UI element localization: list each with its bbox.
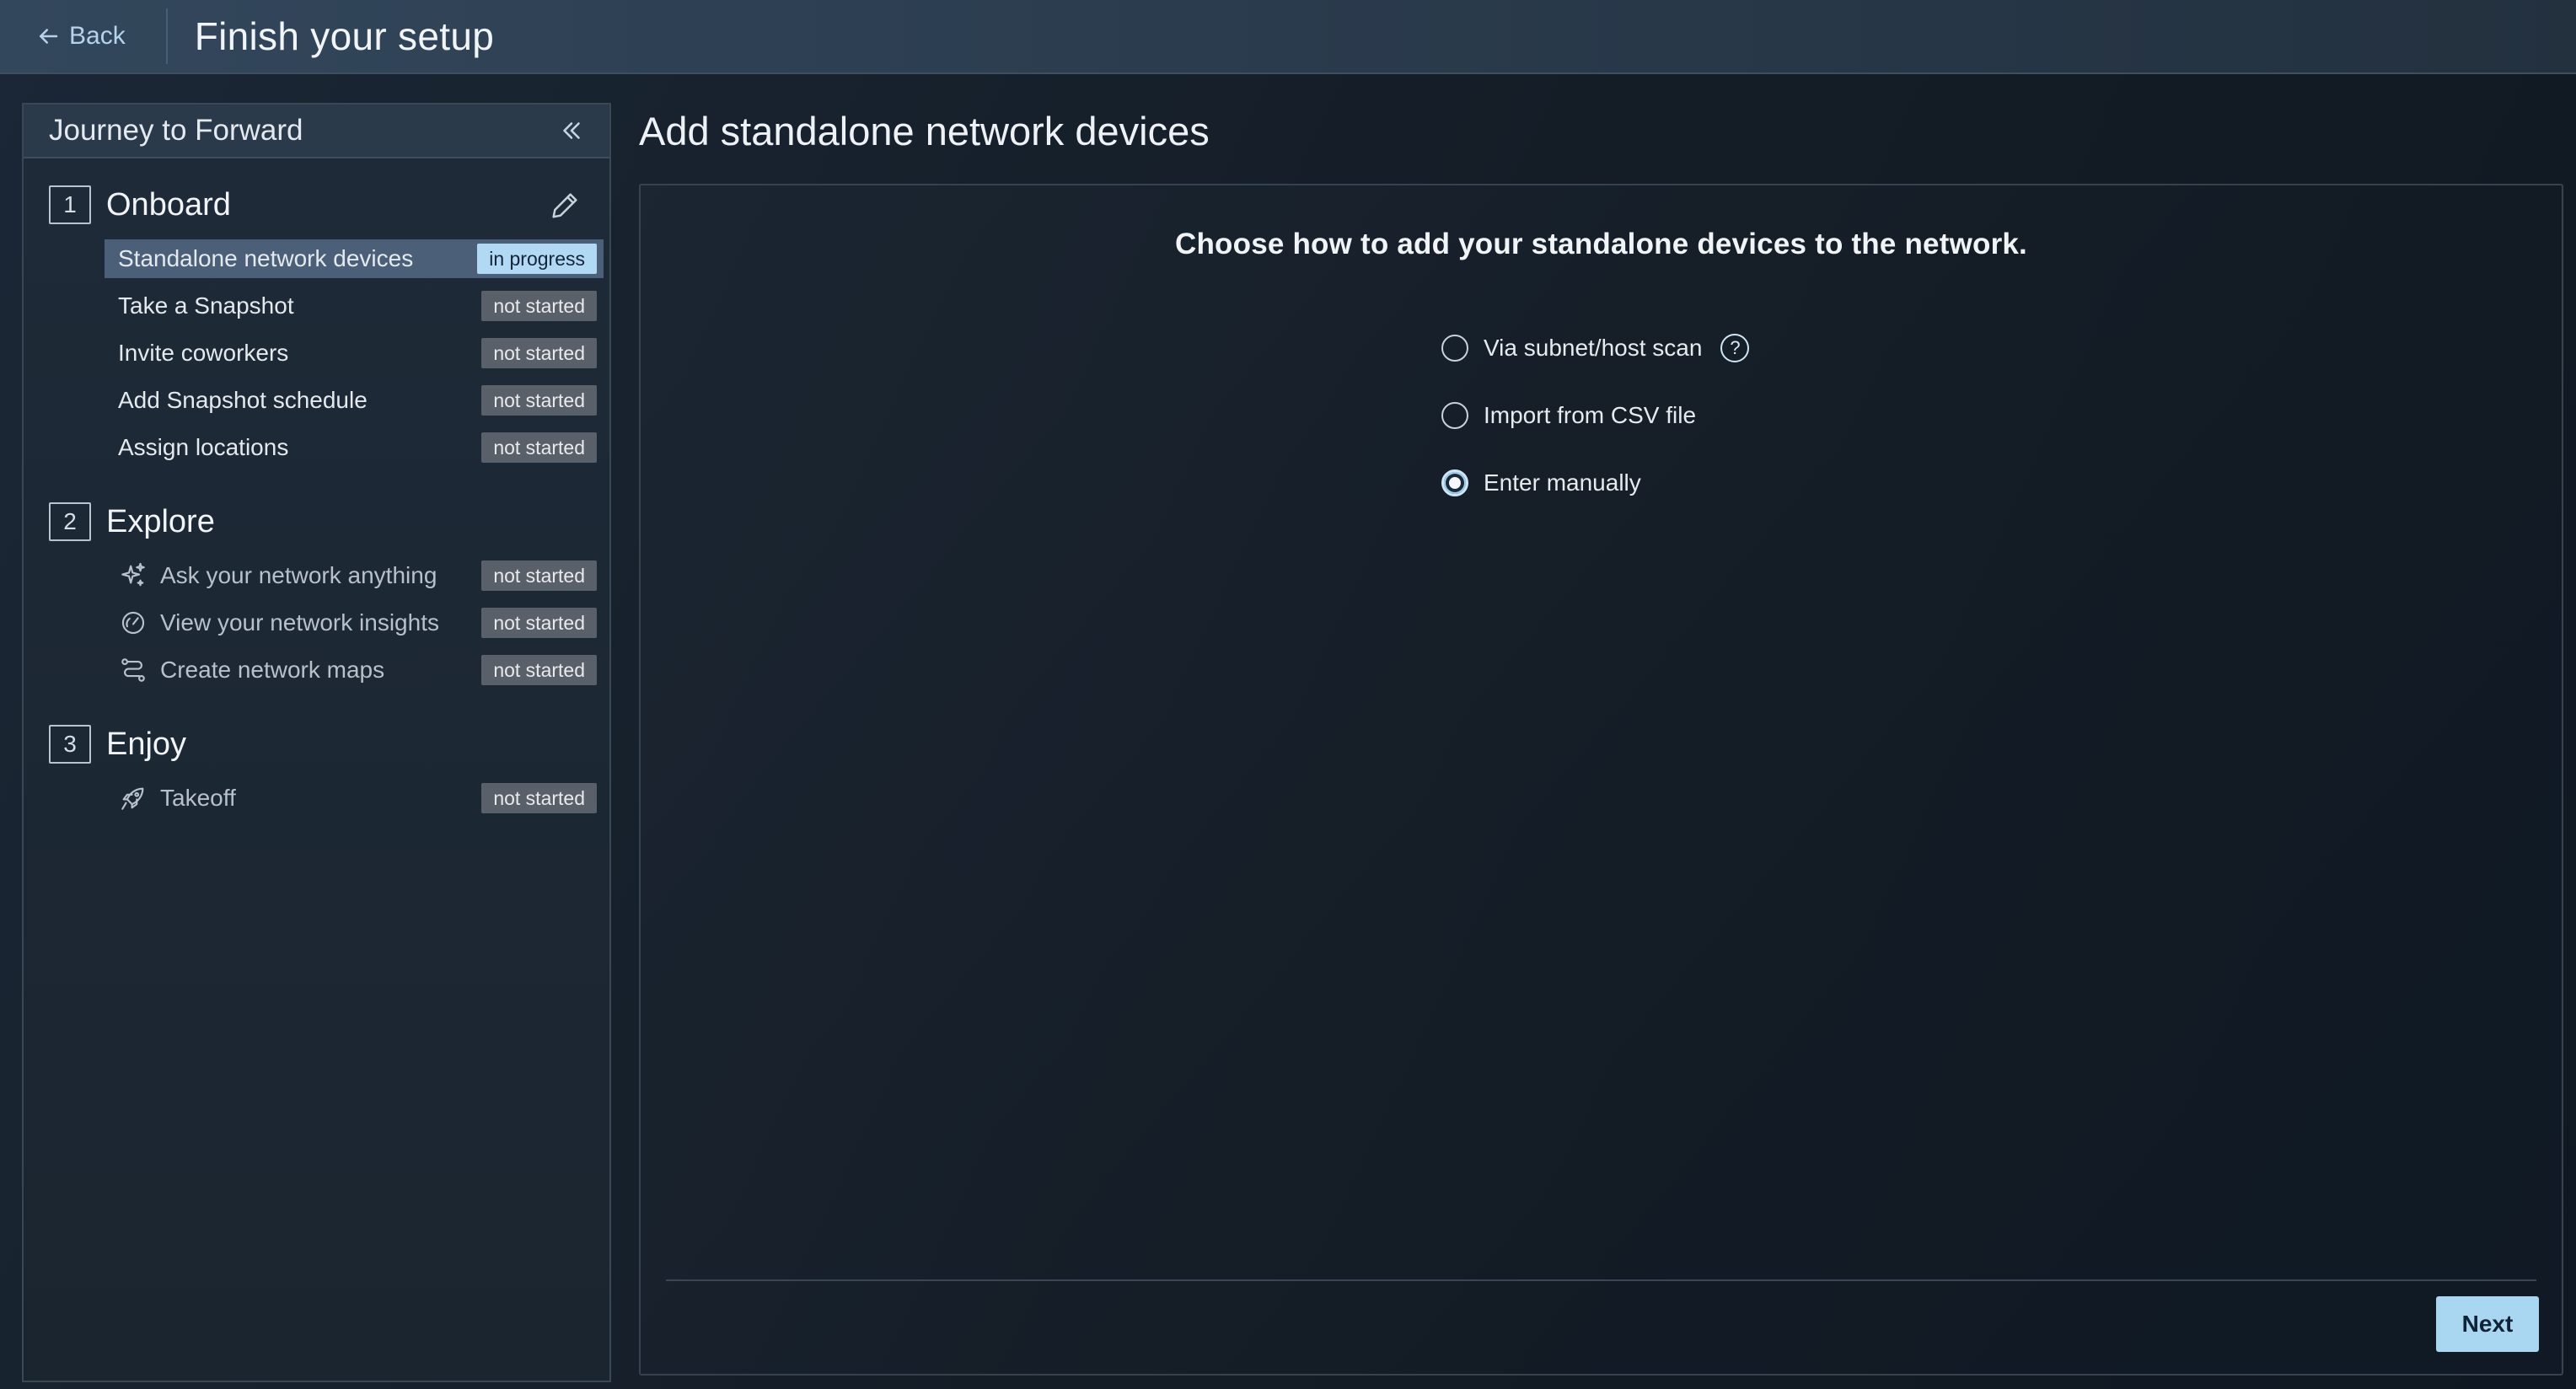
radio-import-csv[interactable]: [1441, 402, 1468, 429]
sidebar-item-takeoff[interactable]: Takeoff not started: [105, 779, 604, 818]
status-badge: not started: [481, 783, 597, 813]
sidebar-item-take-snapshot[interactable]: Take a Snapshot not started: [105, 287, 604, 325]
option-label: Via subnet/host scan: [1484, 335, 1703, 361]
option-import-csv[interactable]: Import from CSV file: [1441, 394, 1749, 437]
help-icon[interactable]: ?: [1720, 334, 1750, 362]
rocket-icon: [118, 783, 148, 813]
status-badge: not started: [481, 338, 597, 368]
step-label: Enjoy: [106, 726, 187, 762]
collapse-sidebar-icon[interactable]: [557, 116, 586, 145]
sidebar-item-label: Create network maps: [160, 657, 385, 683]
sidebar-item-snapshot-schedule[interactable]: Add Snapshot schedule not started: [105, 381, 604, 420]
sidebar-item-label: Takeoff: [160, 785, 236, 811]
sidebar-item-invite-coworkers[interactable]: Invite coworkers not started: [105, 334, 604, 373]
step-onboard: 1 Onboard: [49, 185, 231, 224]
step-explore: 2 Explore: [49, 502, 215, 541]
option-label: Import from CSV file: [1484, 402, 1697, 428]
route-icon: [118, 655, 148, 685]
status-badge: not started: [481, 385, 597, 416]
divider: [165, 8, 168, 64]
top-bar: Back Finish your setup: [0, 0, 2576, 74]
step-enjoy: 3 Enjoy: [49, 725, 186, 764]
arrow-left-icon: [40, 29, 58, 44]
sidebar-item-network-insights[interactable]: View your network insights not started: [105, 603, 604, 642]
step-number: 1: [49, 185, 91, 224]
gauge-icon: [118, 608, 148, 638]
sidebar-item-label: Add Snapshot schedule: [118, 387, 368, 413]
radio-enter-manually[interactable]: [1441, 469, 1468, 496]
sidebar-item-label: Take a Snapshot: [118, 292, 294, 319]
sidebar-title: Journey to Forward: [49, 114, 303, 147]
step-number: 3: [49, 725, 91, 764]
sidebar-item-label: Invite coworkers: [118, 340, 289, 366]
add-method-radio-group: Via subnet/host scan ? Import from CSV f…: [1441, 327, 1750, 529]
setup-panel: Choose how to add your standalone device…: [639, 184, 2563, 1376]
sidebar-item-label: Assign locations: [118, 434, 289, 460]
sidebar-item-ask-network[interactable]: Ask your network anything not started: [105, 556, 604, 595]
page-header-title: Finish your setup: [194, 14, 495, 58]
status-badge: not started: [481, 608, 597, 638]
back-button[interactable]: Back: [0, 0, 166, 73]
sparkle-icon: [118, 560, 148, 591]
sidebar-item-label: Standalone network devices: [118, 245, 414, 271]
option-subnet-scan[interactable]: Via subnet/host scan ?: [1441, 327, 1750, 369]
status-badge: not started: [481, 560, 597, 591]
status-badge: not started: [481, 432, 597, 463]
status-badge: not started: [481, 655, 597, 685]
content-title: Add standalone network devices: [639, 109, 1210, 153]
prompt-text: Choose how to add your standalone device…: [1175, 228, 2027, 260]
sidebar-item-standalone-devices[interactable]: Standalone network devices in progress: [105, 239, 604, 278]
back-label: Back: [69, 22, 126, 50]
sidebar-item-label: View your network insights: [160, 609, 439, 636]
next-button[interactable]: Next: [2436, 1296, 2539, 1352]
sidebar-item-assign-locations[interactable]: Assign locations not started: [105, 428, 604, 467]
status-badge: in progress: [477, 244, 597, 274]
pencil-icon[interactable]: [548, 189, 582, 223]
radio-subnet-scan[interactable]: [1441, 335, 1468, 362]
option-enter-manually[interactable]: Enter manually: [1441, 462, 1749, 504]
divider: [666, 1279, 2536, 1281]
option-label: Enter manually: [1484, 469, 1641, 496]
sidebar-item-network-maps[interactable]: Create network maps not started: [105, 651, 604, 689]
step-number: 2: [49, 502, 91, 541]
status-badge: not started: [481, 291, 597, 321]
journey-sidebar: Journey to Forward 1 Onboard Standalone …: [22, 103, 611, 1382]
step-label: Explore: [106, 503, 215, 539]
sidebar-header: Journey to Forward: [24, 105, 609, 158]
sidebar-item-label: Ask your network anything: [160, 562, 437, 588]
step-label: Onboard: [106, 186, 231, 223]
